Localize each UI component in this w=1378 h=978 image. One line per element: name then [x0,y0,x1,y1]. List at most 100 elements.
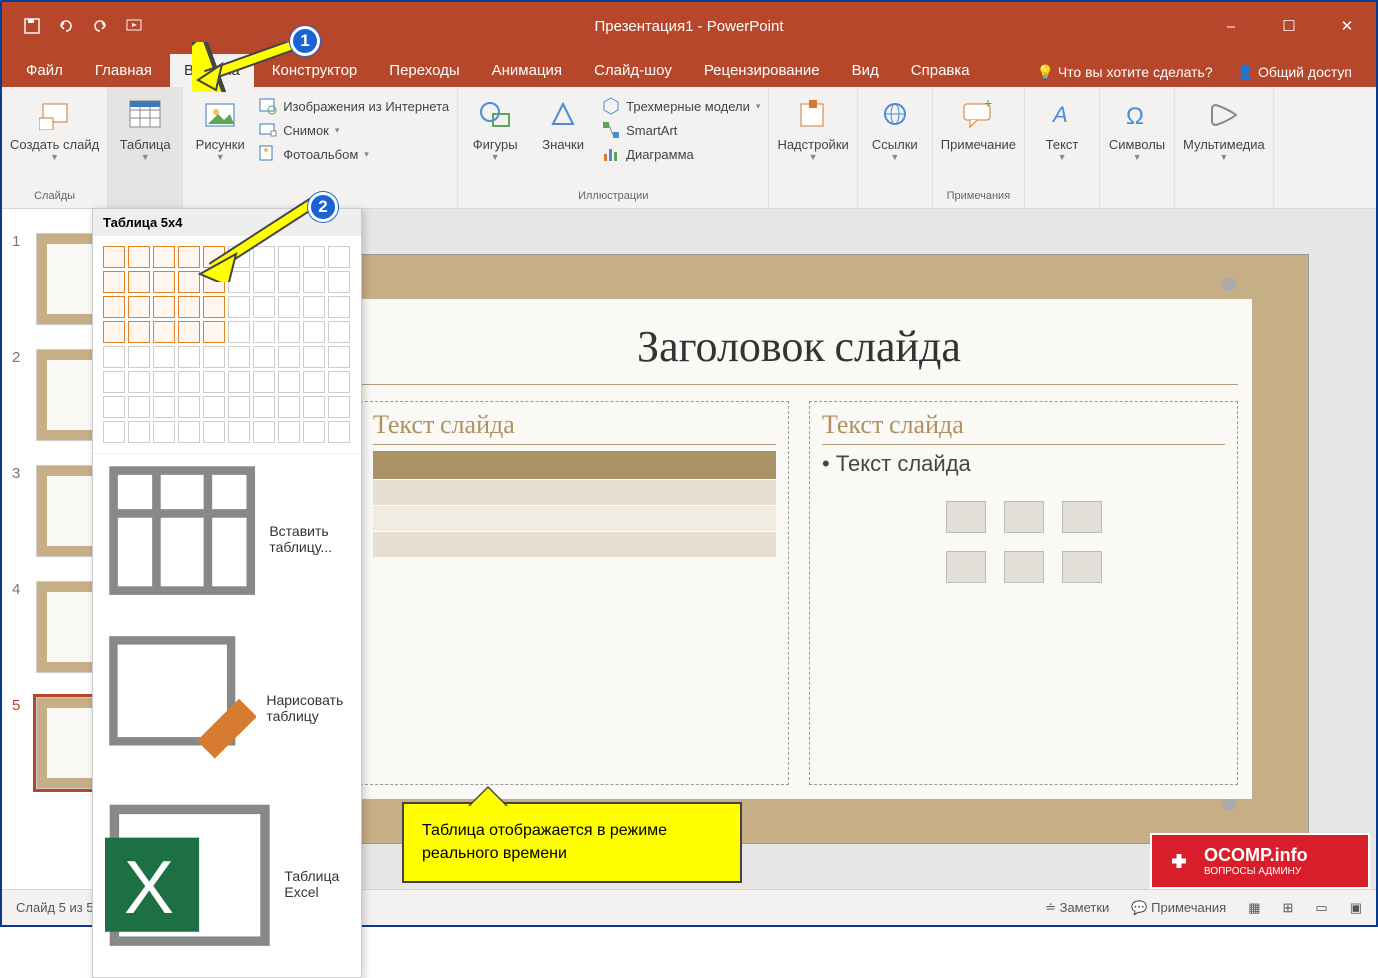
table-grid-cell[interactable] [128,346,150,368]
table-grid-cell[interactable] [253,321,275,343]
table-grid-cell[interactable] [153,321,175,343]
table-grid-cell[interactable] [328,371,350,393]
tab-home[interactable]: Главная [81,54,166,87]
view-sorter-icon[interactable]: ⊞ [1283,900,1294,916]
table-grid-cell[interactable] [328,246,350,268]
undo-icon[interactable] [58,18,74,34]
table-grid-cell[interactable] [203,371,225,393]
tab-animations[interactable]: Анимация [478,54,576,87]
table-grid-cell[interactable] [328,346,350,368]
tab-help[interactable]: Справка [897,54,984,87]
table-grid-cell[interactable] [278,346,300,368]
view-normal-icon[interactable]: ▦ [1248,900,1260,916]
table-grid-cell[interactable] [278,421,300,443]
table-grid-cell[interactable] [203,346,225,368]
content-type-icons[interactable] [946,501,1102,583]
table-grid-cell[interactable] [178,296,200,318]
table-grid-cell[interactable] [153,296,175,318]
icons-button[interactable]: Значки [534,93,592,152]
slide[interactable]: Заголовок слайда Текст слайда Текст сла [289,254,1309,844]
table-grid-cell[interactable] [178,421,200,443]
table-grid-cell[interactable] [103,321,125,343]
table-grid-cell[interactable] [153,371,175,393]
photo-album-button[interactable]: Фотоальбом ▾ [259,145,449,163]
table-grid-cell[interactable] [253,371,275,393]
table-grid-cell[interactable] [303,396,325,418]
insert-picture-icon[interactable] [946,551,986,583]
tab-review[interactable]: Рецензирование [690,54,834,87]
table-grid-cell[interactable] [203,421,225,443]
table-grid-cell[interactable] [103,296,125,318]
shapes-button[interactable]: Фигуры▼ [466,93,524,162]
smartart-button[interactable]: SmartArt [602,121,760,139]
table-grid-cell[interactable] [153,396,175,418]
table-grid-cell[interactable] [178,396,200,418]
addins-button[interactable]: Надстройки▼ [777,93,848,162]
links-button[interactable]: Ссылки▼ [866,93,924,162]
comments-button[interactable]: 💬 Примечания [1131,900,1226,916]
table-grid-cell[interactable] [228,421,250,443]
table-grid-cell[interactable] [153,346,175,368]
view-reading-icon[interactable]: ▭ [1315,900,1327,916]
table-grid-cell[interactable] [103,346,125,368]
symbols-button[interactable]: ΩСимволы▼ [1108,93,1166,162]
insert-table-icon[interactable] [946,501,986,533]
tab-file[interactable]: Файл [12,54,77,87]
insert-video-icon[interactable] [1062,551,1102,583]
table-grid-cell[interactable] [278,371,300,393]
table-grid-cell[interactable] [128,371,150,393]
table-grid-cell[interactable] [303,321,325,343]
table-grid-cell[interactable] [228,296,250,318]
comment-button[interactable]: +Примечание [941,93,1016,152]
table-grid-cell[interactable] [278,321,300,343]
excel-table-option[interactable]: XТаблица Excel [93,792,361,977]
minimize-button[interactable]: – [1202,2,1260,50]
table-grid-cell[interactable] [228,371,250,393]
table-grid-cell[interactable] [278,396,300,418]
table-grid-cell[interactable] [328,296,350,318]
online-pictures-button[interactable]: Изображения из Интернета [259,97,449,115]
insert-chart-icon[interactable] [1004,501,1044,533]
maximize-button[interactable]: ☐ [1260,2,1318,50]
table-grid-cell[interactable] [253,346,275,368]
insert-smartart-icon[interactable] [1062,501,1102,533]
start-slideshow-icon[interactable] [126,18,142,34]
table-grid-cell[interactable] [228,321,250,343]
chart-button[interactable]: Диаграмма [602,145,760,163]
table-grid-cell[interactable] [128,296,150,318]
tell-me[interactable]: 💡 Что вы хотите сделать? [1037,64,1213,81]
table-grid-cell[interactable] [253,396,275,418]
table-grid-cell[interactable] [303,296,325,318]
tab-view[interactable]: Вид [838,54,893,87]
table-grid-cell[interactable] [178,321,200,343]
tab-slideshow[interactable]: Слайд-шоу [580,54,686,87]
table-grid-cell[interactable] [103,421,125,443]
table-grid-cell[interactable] [178,371,200,393]
media-button[interactable]: Мультимедиа▼ [1183,93,1265,162]
table-grid-cell[interactable] [153,421,175,443]
insert-online-picture-icon[interactable] [1004,551,1044,583]
tab-transitions[interactable]: Переходы [375,54,473,87]
table-grid-cell[interactable] [328,271,350,293]
three-d-models-button[interactable]: Трехмерные модели ▾ [602,97,760,115]
screenshot-button[interactable]: Снимок ▾ [259,121,449,139]
table-grid-cell[interactable] [203,396,225,418]
table-grid-cell[interactable] [228,346,250,368]
table-grid-cell[interactable] [103,396,125,418]
table-grid-cell[interactable] [128,396,150,418]
left-content-placeholder[interactable]: Текст слайда [360,401,789,785]
table-grid-cell[interactable] [103,246,125,268]
slide-title[interactable]: Заголовок слайда [346,299,1252,384]
table-grid-cell[interactable] [303,421,325,443]
table-grid-cell[interactable] [278,296,300,318]
table-grid-cell[interactable] [253,421,275,443]
draw-table-option[interactable]: Нарисовать таблицу [93,624,361,791]
close-button[interactable]: ✕ [1318,2,1376,50]
table-grid-cell[interactable] [328,421,350,443]
table-grid-cell[interactable] [328,321,350,343]
view-slideshow-icon[interactable]: ▣ [1350,900,1362,916]
save-icon[interactable] [24,18,40,34]
table-grid-cell[interactable] [128,421,150,443]
new-slide-button[interactable]: Создать слайд▼ [10,93,99,162]
pictures-button[interactable]: Рисунки▼ [191,93,249,162]
